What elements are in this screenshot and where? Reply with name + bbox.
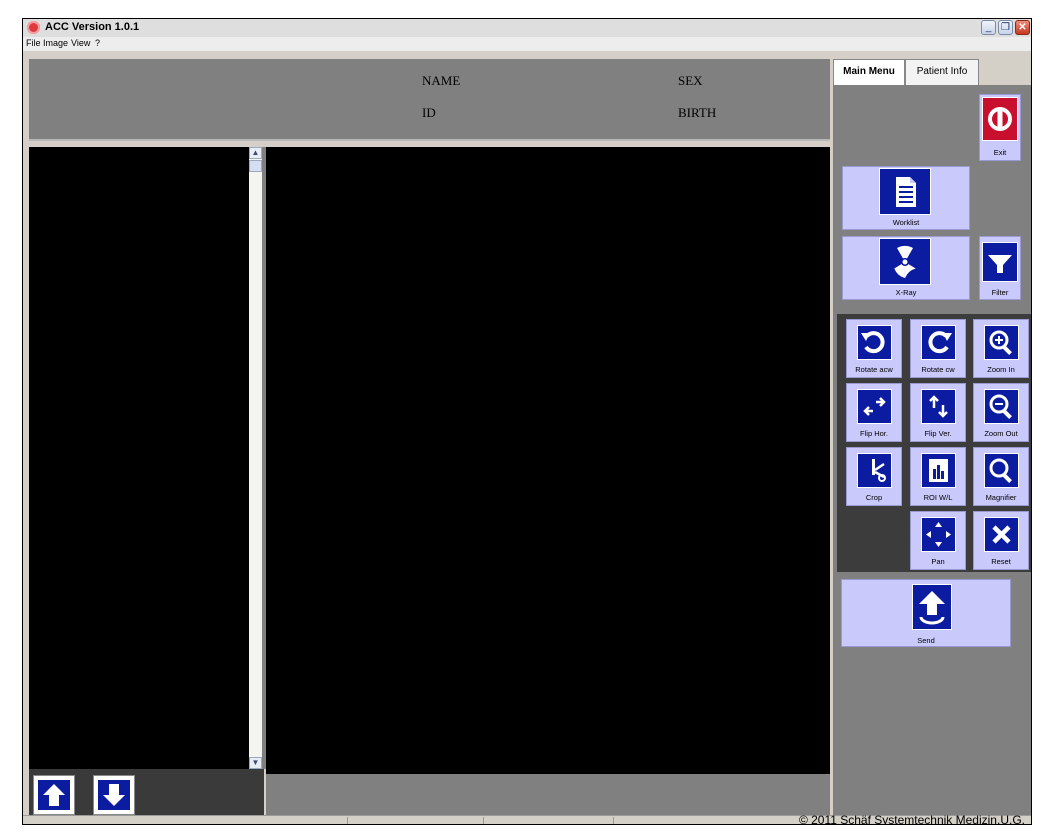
flip-ver-label: Flip Ver. [924,429,952,438]
send-label: Send [917,636,935,645]
thumbnail-list[interactable] [29,147,254,769]
exit-button[interactable]: Exit [979,94,1021,161]
patient-header: NAME SEX ID BIRTH [29,59,830,141]
status-separator [347,817,348,824]
right-tabs: Main Menu Patient Info [833,59,1031,86]
reset-button[interactable]: Reset [973,511,1029,570]
rotate-acw-label: Rotate acw [855,365,893,374]
menu-bar: File Image View ? [23,37,1031,51]
minimize-icon: _ [985,22,992,33]
crop-label: Crop [865,493,883,502]
send-upload-icon [912,584,952,630]
flip-ver-button[interactable]: Flip Ver. [910,383,966,442]
send-button[interactable]: Send [841,579,1011,647]
name-label: NAME [422,73,461,88]
rotate-acw-icon [857,325,892,360]
power-icon [982,97,1018,141]
worklist-icon [879,168,931,215]
maximize-button[interactable]: ❐ [998,20,1013,35]
flip-hor-label: Flip Hor. [860,429,888,438]
crop-button[interactable]: Crop [846,447,902,506]
zoom-in-icon [984,325,1019,360]
image-viewer[interactable] [266,147,830,774]
exit-label: Exit [993,148,1007,157]
pan-arrows-icon [921,517,956,552]
window-title: ACC Version 1.0.1 [45,21,140,33]
status-bar: © 2011 Schäf Systemtechnik Medizin.U.G. [23,813,1031,825]
menu-file[interactable]: File [26,38,41,48]
filter-button[interactable]: Filter [979,236,1021,300]
magnifier-label: Magnifier [985,493,1017,502]
viewer-footer [266,774,830,815]
thumbnail-scrollbar[interactable]: ▲ ▼ [249,147,262,769]
scroll-down-arrow-icon[interactable]: ▼ [249,757,262,769]
arrow-up-icon [38,780,70,810]
tool-grid: Rotate acw Rotate cw Zoom In Flip Hor. F… [837,314,1031,572]
zoom-out-label: Zoom Out [984,429,1018,438]
app-window: ACC Version 1.0.1 _ ❐ ✕ File Image View … [22,18,1032,825]
roi-wl-button[interactable]: ROI W/L [910,447,966,506]
next-image-button[interactable] [93,775,135,815]
status-separator [483,817,484,824]
title-bar[interactable]: ACC Version 1.0.1 _ ❐ ✕ [23,19,1031,37]
app-logo-icon [27,21,40,34]
status-separator [613,817,614,824]
reset-label: Reset [991,557,1011,566]
restore-icon: ❐ [1001,22,1010,33]
rotate-cw-icon [921,325,956,360]
zoom-out-icon [984,389,1019,424]
worklist-button[interactable]: Worklist [842,166,970,230]
menu-image[interactable]: Image [43,38,68,48]
tab-main-menu[interactable]: Main Menu [833,59,905,86]
flip-horizontal-icon [857,389,892,424]
close-button[interactable]: ✕ [1015,20,1030,35]
rotate-acw-button[interactable]: Rotate acw [846,319,902,378]
sex-label: SEX [678,73,703,88]
xray-label: X-Ray [895,288,917,297]
id-label: ID [422,105,436,120]
scissors-icon [857,453,892,488]
zoom-out-button[interactable]: Zoom Out [973,383,1029,442]
roi-chart-icon [921,453,956,488]
radiation-icon [879,238,931,285]
copyright-text: © 2011 Schäf Systemtechnik Medizin.U.G. [798,813,1025,825]
scroll-thumb[interactable] [249,160,262,172]
roi-wl-label: ROI W/L [923,493,953,502]
pan-label: Pan [931,557,945,566]
menu-view[interactable]: View [71,38,90,48]
birth-label: BIRTH [678,105,717,120]
scroll-up-arrow-icon[interactable]: ▲ [249,147,262,159]
rotate-cw-label: Rotate cw [921,365,955,374]
funnel-icon [982,242,1018,282]
previous-image-button[interactable] [33,775,75,815]
rotate-cw-button[interactable]: Rotate cw [910,319,966,378]
menu-help[interactable]: ? [95,38,100,48]
tab-patient-info[interactable]: Patient Info [905,59,979,85]
magnifier-icon [984,453,1019,488]
reset-x-icon [984,517,1019,552]
filter-label: Filter [991,288,1009,297]
flip-hor-button[interactable]: Flip Hor. [846,383,902,442]
worklist-label: Worklist [892,218,920,227]
zoom-in-label: Zoom In [987,365,1015,374]
minimize-button[interactable]: _ [981,20,996,35]
flip-vertical-icon [921,389,956,424]
arrow-down-icon [98,780,130,810]
close-icon: ✕ [1018,22,1027,33]
xray-button[interactable]: X-Ray [842,236,970,300]
pan-button[interactable]: Pan [910,511,966,570]
zoom-in-button[interactable]: Zoom In [973,319,1029,378]
magnifier-button[interactable]: Magnifier [973,447,1029,506]
